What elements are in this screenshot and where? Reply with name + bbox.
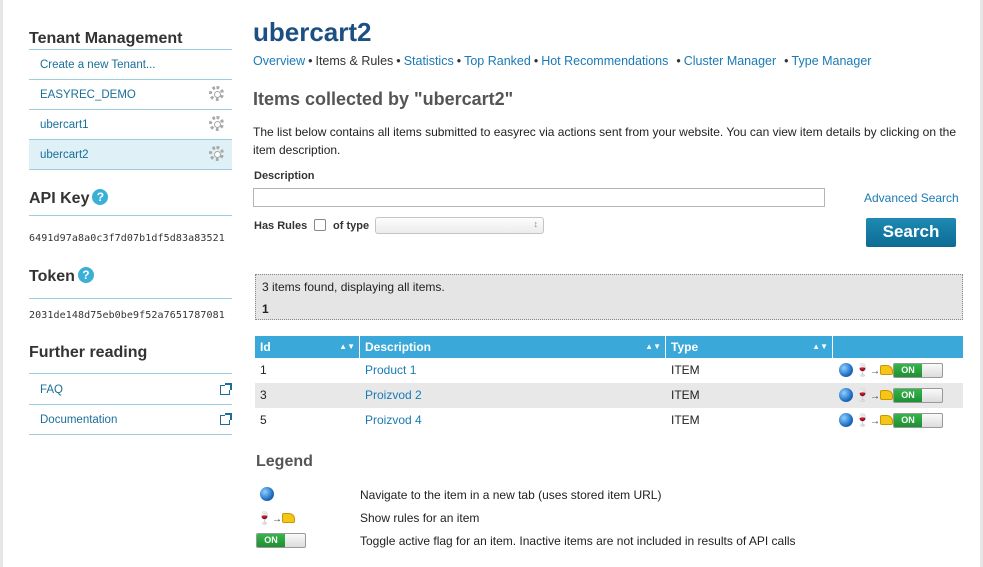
token-heading: Token? bbox=[29, 267, 94, 286]
table-header: Id ▲▼ Description ▲▼ Type ▲▼ bbox=[255, 336, 963, 358]
nav-cluster-manager[interactable]: Cluster Manager bbox=[684, 54, 776, 68]
items-table: Id ▲▼ Description ▲▼ Type ▲▼ 1 Product 1 IT… bbox=[255, 336, 963, 433]
active-toggle[interactable]: ON bbox=[893, 413, 943, 428]
token-value: 2031de148d75eb0be9f52a7651787081 bbox=[29, 310, 225, 321]
active-toggle[interactable]: ON bbox=[893, 388, 943, 403]
divider bbox=[29, 298, 232, 299]
advanced-search-link[interactable]: Advanced Search bbox=[864, 191, 959, 205]
legend-rules-text: Show rules for an item bbox=[360, 511, 480, 525]
nav-items-rules: Items & Rules bbox=[315, 54, 394, 68]
column-header-type[interactable]: Type ▲▼ bbox=[666, 336, 833, 358]
cell-id: 1 bbox=[260, 363, 267, 377]
sort-icon: ▲▼ bbox=[645, 342, 661, 351]
rules-icon[interactable]: 🍷→ bbox=[855, 388, 893, 402]
has-rules-checkbox[interactable] bbox=[314, 219, 326, 231]
cell-type: ITEM bbox=[671, 388, 700, 402]
table-row: 5 Proizvod 4 ITEM 🍷→ ON bbox=[255, 408, 963, 433]
nav-separator: • bbox=[456, 54, 462, 68]
nav-top-ranked[interactable]: Top Ranked bbox=[464, 54, 531, 68]
intro-text: The list below contains all items submit… bbox=[253, 125, 957, 157]
help-icon[interactable]: ? bbox=[92, 189, 109, 205]
main-content: ubercart2 Overview • Items & Rules • Statist… bbox=[253, 0, 965, 567]
nav-statistics[interactable]: Statistics bbox=[404, 54, 454, 68]
documentation-link[interactable]: Documentation bbox=[29, 405, 232, 435]
cell-id: 5 bbox=[260, 413, 267, 427]
item-description-link[interactable]: Product 1 bbox=[365, 363, 416, 377]
page-frame: Tenant Management Create a new Tenant...… bbox=[3, 0, 980, 567]
table-row: 3 Proizvod 2 ITEM 🍷→ ON bbox=[255, 383, 963, 408]
globe-icon[interactable] bbox=[839, 413, 853, 427]
nav-overview[interactable]: Overview bbox=[253, 54, 305, 68]
globe-icon[interactable] bbox=[839, 388, 853, 402]
cell-type: ITEM bbox=[671, 413, 700, 427]
rules-icon[interactable]: 🍷→ bbox=[855, 363, 893, 377]
cell-description: Proizvod 4 bbox=[360, 408, 422, 433]
tenant-nav: Overview • Items & Rules • Statistics • Top Ra… bbox=[253, 54, 871, 68]
search-button[interactable]: Search bbox=[866, 218, 956, 247]
legend-heading: Legend bbox=[256, 453, 313, 470]
gear-icon[interactable] bbox=[209, 116, 224, 131]
column-header-description[interactable]: Description ▲▼ bbox=[360, 336, 666, 358]
cell-type: ITEM bbox=[671, 363, 700, 377]
rules-icon[interactable]: 🍷→ bbox=[855, 413, 893, 427]
api-key-heading: API Key? bbox=[29, 189, 109, 208]
tenant-item-easyrec-demo[interactable]: EASYREC_DEMO bbox=[29, 80, 232, 110]
cell-description: Product 1 bbox=[360, 358, 416, 383]
description-label: Description bbox=[254, 170, 315, 182]
rules-icon: 🍷→ bbox=[257, 511, 295, 525]
gear-icon[interactable] bbox=[209, 86, 224, 101]
nav-type-manager[interactable]: Type Manager bbox=[792, 54, 872, 68]
page-number[interactable]: 1 bbox=[262, 302, 269, 316]
help-icon[interactable]: ? bbox=[77, 267, 94, 283]
divider bbox=[29, 215, 232, 216]
external-link-icon bbox=[220, 383, 232, 395]
of-type-label: of type bbox=[333, 220, 370, 232]
nav-separator: • bbox=[533, 54, 539, 68]
api-key-value: 6491d97a8a0c3f7d07b1df5d83a83521 bbox=[29, 233, 225, 244]
globe-icon bbox=[260, 487, 274, 501]
page-heading: Items collected by "ubercart2" bbox=[253, 89, 514, 109]
tenant-item-ubercart2[interactable]: ubercart2 bbox=[29, 140, 232, 170]
results-summary: 3 items found, displaying all items. 1 bbox=[255, 274, 963, 320]
faq-link[interactable]: FAQ bbox=[29, 375, 232, 405]
create-tenant-link[interactable]: Create a new Tenant... bbox=[29, 50, 232, 80]
legend-toggle-text: Toggle active flag for an item. Inactive… bbox=[360, 534, 796, 548]
nav-separator: • bbox=[396, 54, 401, 68]
has-rules-label: Has Rules bbox=[254, 220, 308, 232]
nav-hot-recommendations[interactable]: Hot Recommendations bbox=[541, 54, 668, 68]
divider bbox=[29, 373, 232, 374]
legend-navigate-text: Navigate to the item in a new tab (uses … bbox=[360, 488, 662, 502]
tenant-label: ubercart1 bbox=[40, 119, 89, 131]
nav-separator: • bbox=[784, 54, 789, 68]
table-row: 1 Product 1 ITEM 🍷→ ON bbox=[255, 358, 963, 383]
tenant-management-heading: Tenant Management bbox=[29, 30, 183, 47]
results-count-text: 3 items found, displaying all items. bbox=[262, 280, 445, 294]
description-input[interactable] bbox=[253, 188, 825, 207]
toggle-icon: ON bbox=[256, 533, 306, 548]
item-description-link[interactable]: Proizvod 2 bbox=[365, 388, 422, 402]
column-header-id[interactable]: Id ▲▼ bbox=[255, 336, 360, 358]
item-description-link[interactable]: Proizvod 4 bbox=[365, 413, 422, 427]
nav-separator: • bbox=[676, 54, 681, 68]
tenant-title: ubercart2 bbox=[253, 17, 372, 47]
further-reading-heading: Further reading bbox=[29, 344, 148, 361]
sort-icon: ▲▼ bbox=[339, 342, 355, 351]
nav-separator: • bbox=[308, 54, 313, 68]
gear-icon[interactable] bbox=[209, 146, 224, 161]
type-select[interactable] bbox=[375, 217, 544, 234]
sort-icon: ▲▼ bbox=[812, 342, 828, 351]
active-toggle[interactable]: ON bbox=[893, 363, 943, 378]
external-link-icon bbox=[220, 413, 232, 425]
cell-description: Proizvod 2 bbox=[360, 383, 422, 408]
cell-id: 3 bbox=[260, 388, 267, 402]
tenant-label: ubercart2 bbox=[40, 149, 89, 161]
tenant-item-ubercart1[interactable]: ubercart1 bbox=[29, 110, 232, 140]
column-header-actions bbox=[833, 336, 963, 358]
globe-icon[interactable] bbox=[839, 363, 853, 377]
tenant-label: EASYREC_DEMO bbox=[40, 89, 136, 101]
